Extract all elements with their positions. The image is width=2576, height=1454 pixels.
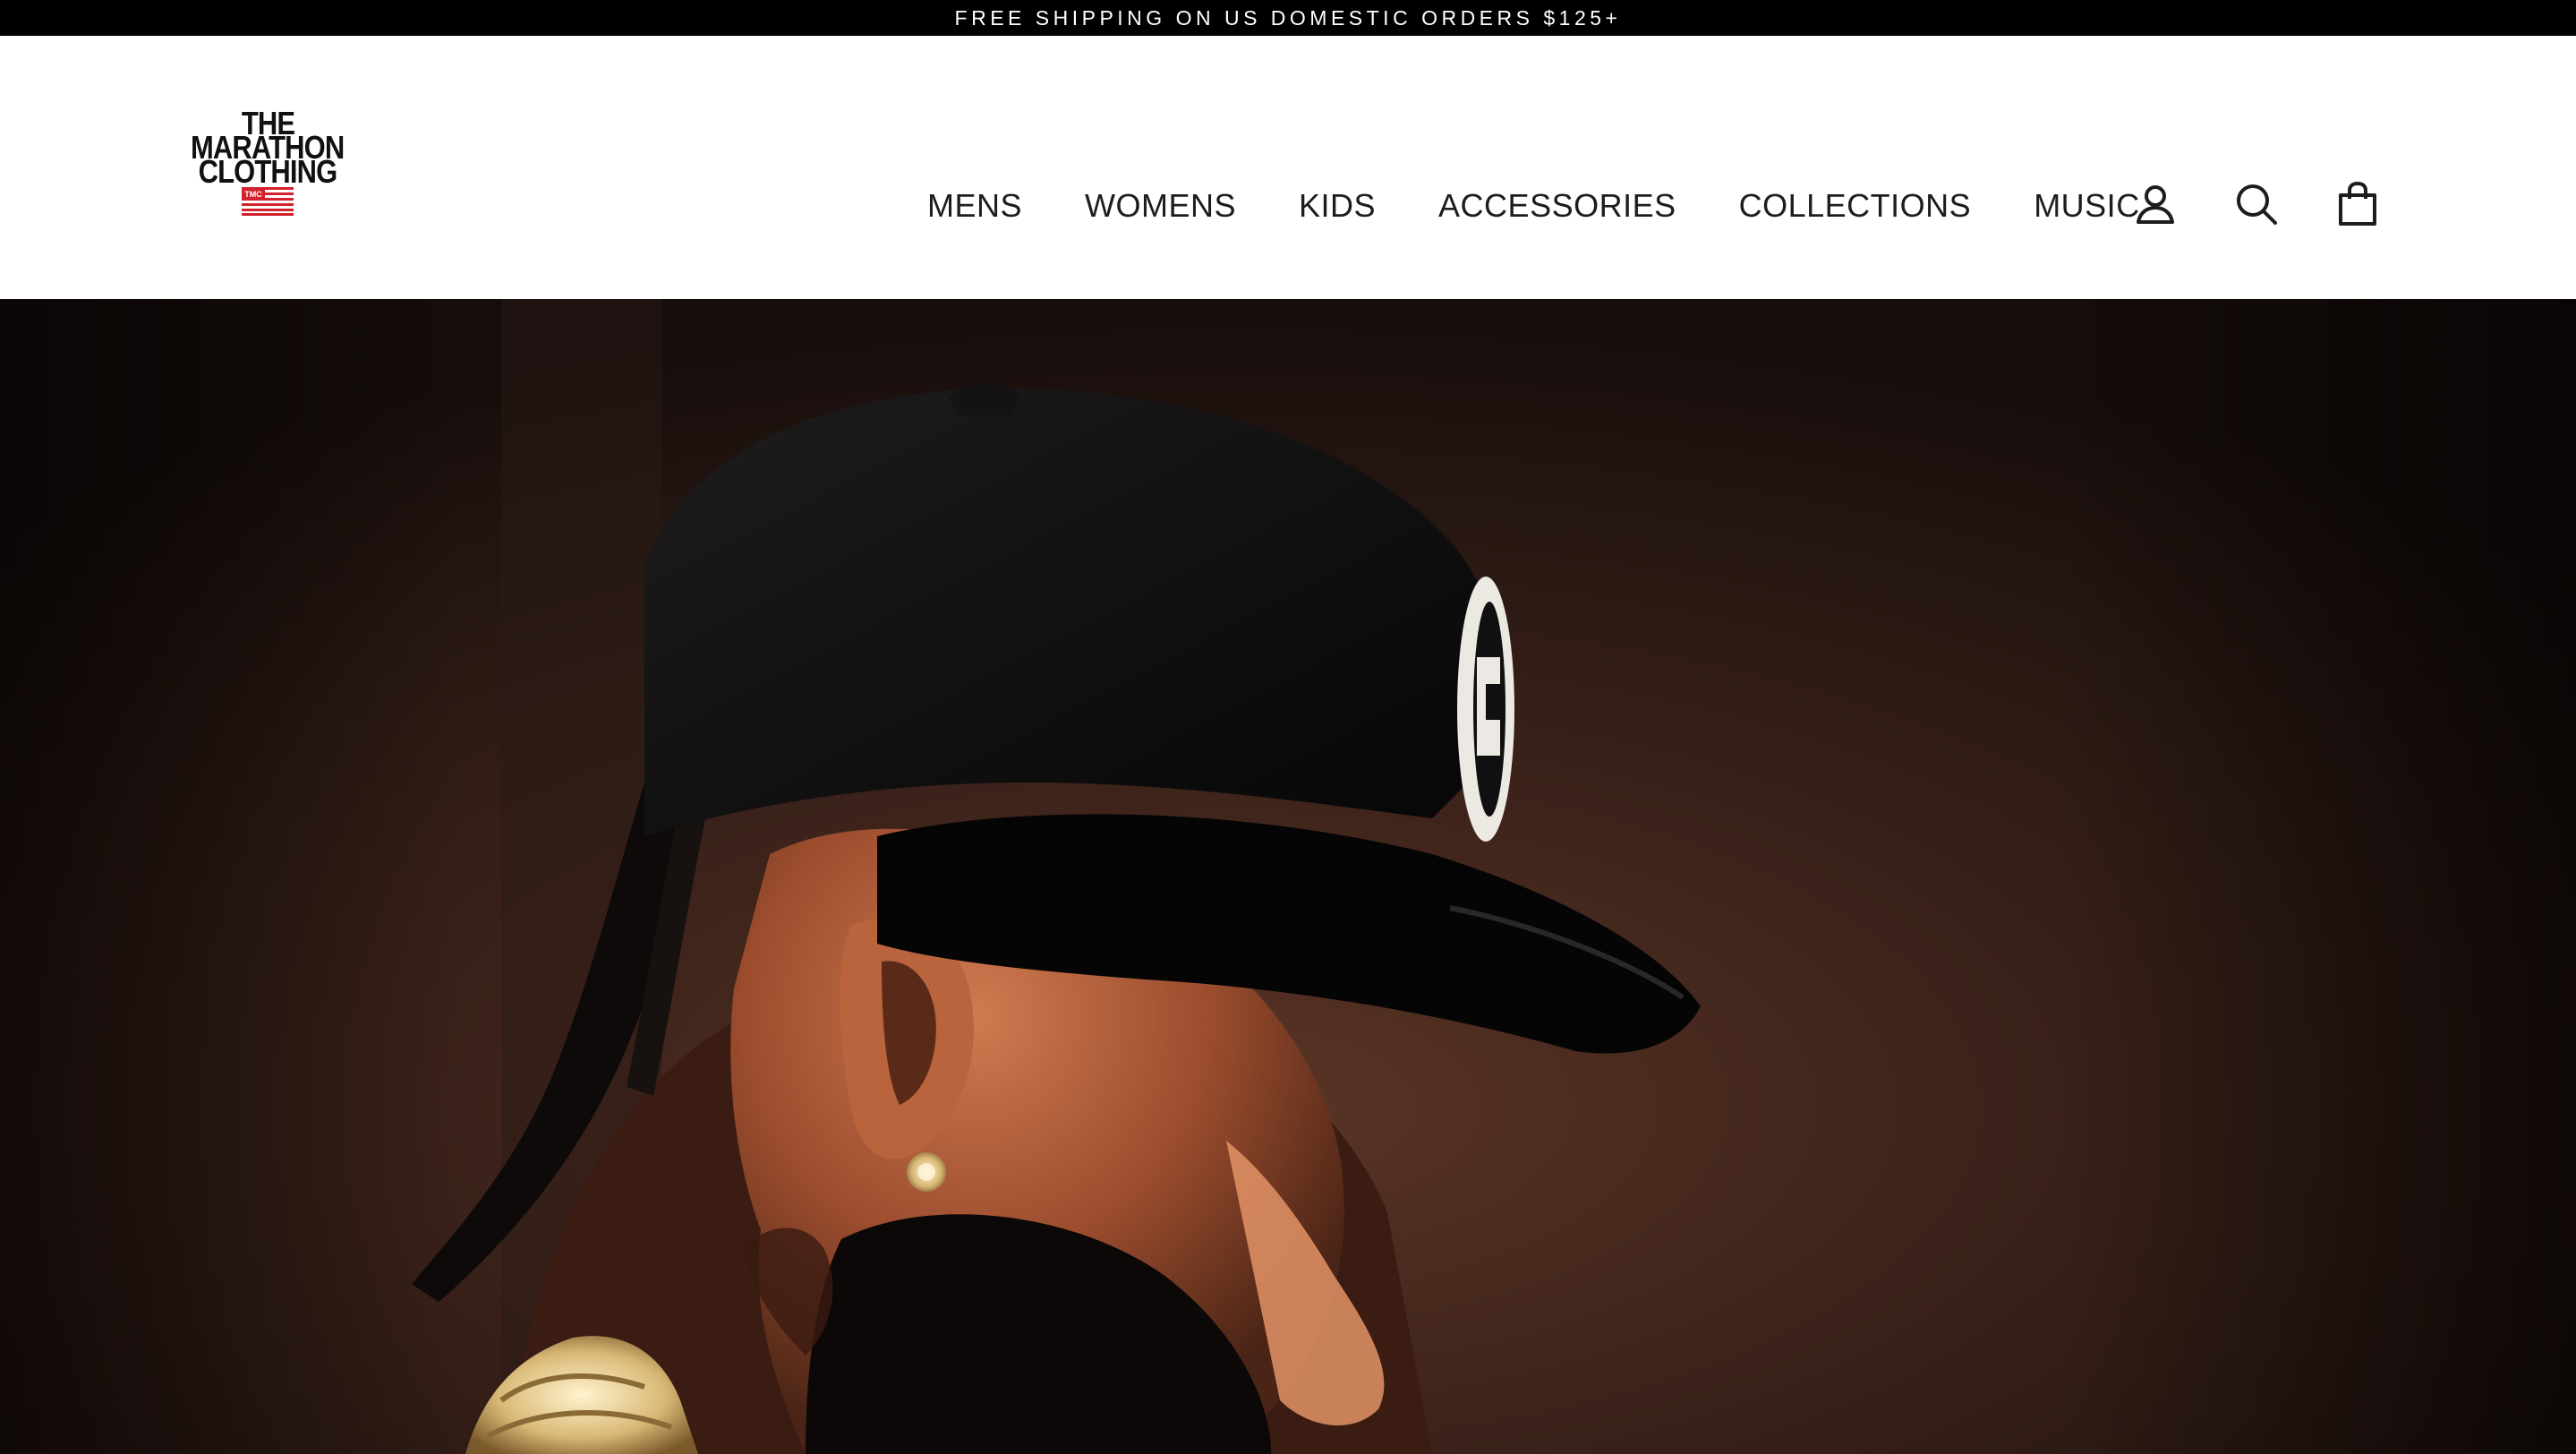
account-button[interactable] <box>2118 168 2193 240</box>
flag-icon: TMC <box>242 187 294 216</box>
main-nav: MENS WOMENS KIDS ACCESSORIES COLLECTIONS… <box>909 170 2171 242</box>
user-icon <box>2137 185 2174 224</box>
shopping-bag-icon <box>2339 182 2376 226</box>
flag-text: TMC <box>244 190 262 199</box>
search-icon <box>2237 184 2277 225</box>
hero-banner <box>0 299 2576 1454</box>
search-button[interactable] <box>2219 168 2294 240</box>
announcement-bar: FREE SHIPPING ON US DOMESTIC ORDERS $125… <box>0 0 2576 36</box>
header-icons <box>2118 168 2395 240</box>
site-logo[interactable]: THE MARATHON CLOTHING TMC <box>191 107 345 227</box>
nav-item-kids[interactable]: KIDS <box>1267 170 1407 242</box>
site-header: THE MARATHON CLOTHING TMC MENS WOMENS KI… <box>0 36 2576 299</box>
nav-item-accessories[interactable]: ACCESSORIES <box>1407 170 1708 242</box>
nav-item-collections[interactable]: COLLECTIONS <box>1708 170 2003 242</box>
hero-image <box>0 299 2576 1454</box>
logo-line-clothing: CLOTHING <box>198 153 338 190</box>
nav-item-womens[interactable]: WOMENS <box>1053 170 1267 242</box>
cart-button[interactable] <box>2320 168 2395 240</box>
announcement-text: FREE SHIPPING ON US DOMESTIC ORDERS $125… <box>954 5 1622 30</box>
nav-item-mens[interactable]: MENS <box>909 170 1053 242</box>
